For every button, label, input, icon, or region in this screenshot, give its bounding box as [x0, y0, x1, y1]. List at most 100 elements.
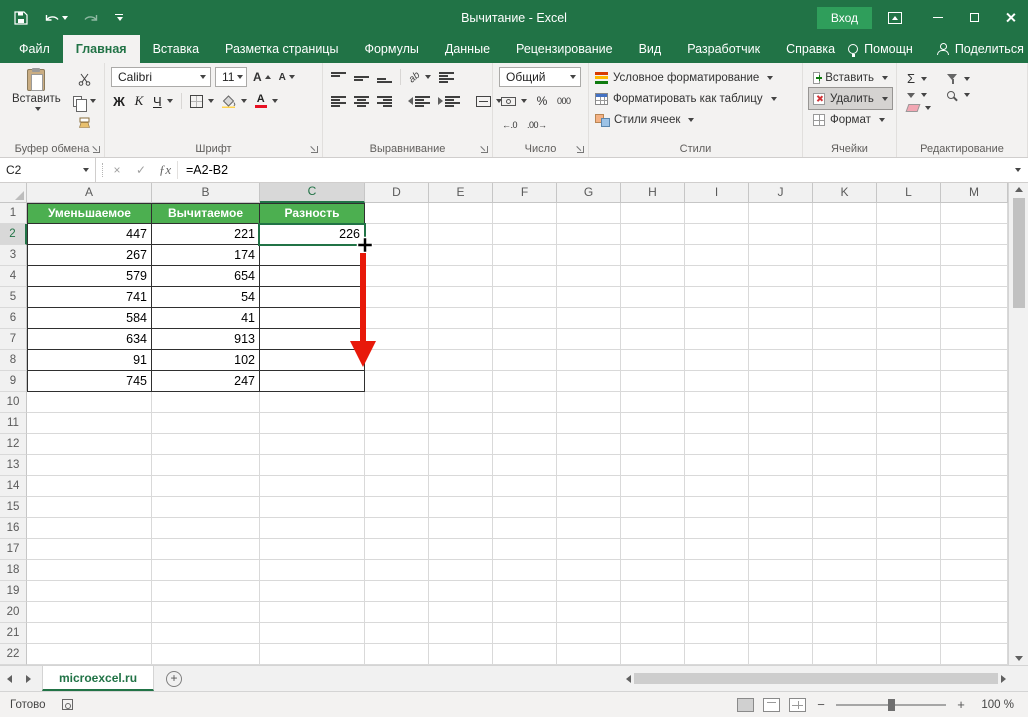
cell-M17[interactable]	[941, 539, 1008, 560]
cell-E21[interactable]	[429, 623, 493, 644]
cell-F18[interactable]	[493, 560, 557, 581]
cell-C4[interactable]	[260, 266, 365, 287]
cell-J12[interactable]	[749, 434, 813, 455]
bold-button[interactable]: Ж	[111, 91, 127, 111]
cell-M5[interactable]	[941, 287, 1008, 308]
cell-K4[interactable]	[813, 266, 877, 287]
ribbon-tab-2[interactable]: Главная	[62, 35, 140, 63]
cell-G2[interactable]	[557, 224, 621, 245]
cell-D2[interactable]	[365, 224, 429, 245]
row-header-18[interactable]: 18	[0, 560, 27, 581]
cell-K19[interactable]	[813, 581, 877, 602]
ribbon-tab-7[interactable]: Рецензирование	[503, 35, 626, 63]
cell-J2[interactable]	[749, 224, 813, 245]
cell-G16[interactable]	[557, 518, 621, 539]
zoom-out-button[interactable]: −	[815, 697, 827, 712]
cell-M22[interactable]	[941, 644, 1008, 665]
cell-J22[interactable]	[749, 644, 813, 665]
cell-J4[interactable]	[749, 266, 813, 287]
cell-M2[interactable]	[941, 224, 1008, 245]
page-layout-view-button[interactable]	[763, 697, 780, 712]
normal-view-button[interactable]	[737, 697, 754, 712]
number-dialog-launcher[interactable]	[577, 146, 584, 153]
scroll-up-icon[interactable]	[1014, 187, 1023, 192]
cell-F21[interactable]	[493, 623, 557, 644]
ribbon-tab-1[interactable]: Файл	[6, 35, 63, 63]
cell-A3[interactable]: 267	[27, 245, 152, 266]
cell-C10[interactable]	[260, 392, 365, 413]
cell-D13[interactable]	[365, 455, 429, 476]
cell-D17[interactable]	[365, 539, 429, 560]
cell-B19[interactable]	[152, 581, 260, 602]
cell-E5[interactable]	[429, 287, 493, 308]
cell-L18[interactable]	[877, 560, 941, 581]
increase-indent-button[interactable]	[436, 91, 462, 111]
cell-G10[interactable]	[557, 392, 621, 413]
cell-J20[interactable]	[749, 602, 813, 623]
font-color-button[interactable]: А	[253, 91, 280, 111]
cell-E9[interactable]	[429, 371, 493, 392]
align-middle-button[interactable]	[352, 67, 371, 87]
cell-F1[interactable]	[493, 203, 557, 224]
conditional-formatting-button[interactable]: Условное форматирование	[595, 67, 798, 88]
cell-L14[interactable]	[877, 476, 941, 497]
number-format-select[interactable]: Общий	[499, 67, 581, 87]
cell-E4[interactable]	[429, 266, 493, 287]
cell-B4[interactable]: 654	[152, 266, 260, 287]
cell-D15[interactable]	[365, 497, 429, 518]
align-left-button[interactable]	[329, 91, 348, 111]
cell-J11[interactable]	[749, 413, 813, 434]
cell-J6[interactable]	[749, 308, 813, 329]
cell-I4[interactable]	[685, 266, 749, 287]
cell-B7[interactable]: 913	[152, 329, 260, 350]
customize-toolbar-icon[interactable]	[113, 14, 125, 21]
cell-A7[interactable]: 634	[27, 329, 152, 350]
zoom-slider-thumb[interactable]	[888, 698, 895, 711]
cell-M12[interactable]	[941, 434, 1008, 455]
clipboard-dialog-launcher[interactable]	[93, 146, 100, 153]
cell-K6[interactable]	[813, 308, 877, 329]
cell-F13[interactable]	[493, 455, 557, 476]
cell-C2[interactable]: 226	[260, 224, 365, 245]
cell-A6[interactable]: 584	[27, 308, 152, 329]
cell-L19[interactable]	[877, 581, 941, 602]
cell-D19[interactable]	[365, 581, 429, 602]
cell-J19[interactable]	[749, 581, 813, 602]
cell-B2[interactable]: 221	[152, 224, 260, 245]
cell-E11[interactable]	[429, 413, 493, 434]
cell-K1[interactable]	[813, 203, 877, 224]
cell-E7[interactable]	[429, 329, 493, 350]
cell-A21[interactable]	[27, 623, 152, 644]
cell-K18[interactable]	[813, 560, 877, 581]
cell-K2[interactable]	[813, 224, 877, 245]
cell-K17[interactable]	[813, 539, 877, 560]
cell-J18[interactable]	[749, 560, 813, 581]
cell-J1[interactable]	[749, 203, 813, 224]
cell-I14[interactable]	[685, 476, 749, 497]
cell-I5[interactable]	[685, 287, 749, 308]
cell-B18[interactable]	[152, 560, 260, 581]
cell-M15[interactable]	[941, 497, 1008, 518]
cell-G20[interactable]	[557, 602, 621, 623]
cell-D22[interactable]	[365, 644, 429, 665]
cell-B14[interactable]	[152, 476, 260, 497]
cell-G15[interactable]	[557, 497, 621, 518]
cell-D11[interactable]	[365, 413, 429, 434]
row-header-13[interactable]: 13	[0, 455, 27, 476]
cell-E10[interactable]	[429, 392, 493, 413]
column-header-D[interactable]: D	[365, 183, 429, 203]
cell-A14[interactable]	[27, 476, 152, 497]
cell-L12[interactable]	[877, 434, 941, 455]
cell-K11[interactable]	[813, 413, 877, 434]
cell-H9[interactable]	[621, 371, 685, 392]
sheet-tab[interactable]: microexcel.ru	[42, 666, 155, 691]
cell-D5[interactable]	[365, 287, 429, 308]
increase-decimal-button[interactable]: ←.0	[499, 115, 520, 135]
cell-L9[interactable]	[877, 371, 941, 392]
cell-D4[interactable]	[365, 266, 429, 287]
cell-L1[interactable]	[877, 203, 941, 224]
autosum-button[interactable]: Σ	[907, 71, 931, 86]
zoom-level[interactable]: 100 %	[976, 699, 1014, 711]
cell-E17[interactable]	[429, 539, 493, 560]
decrease-indent-button[interactable]	[406, 91, 432, 111]
